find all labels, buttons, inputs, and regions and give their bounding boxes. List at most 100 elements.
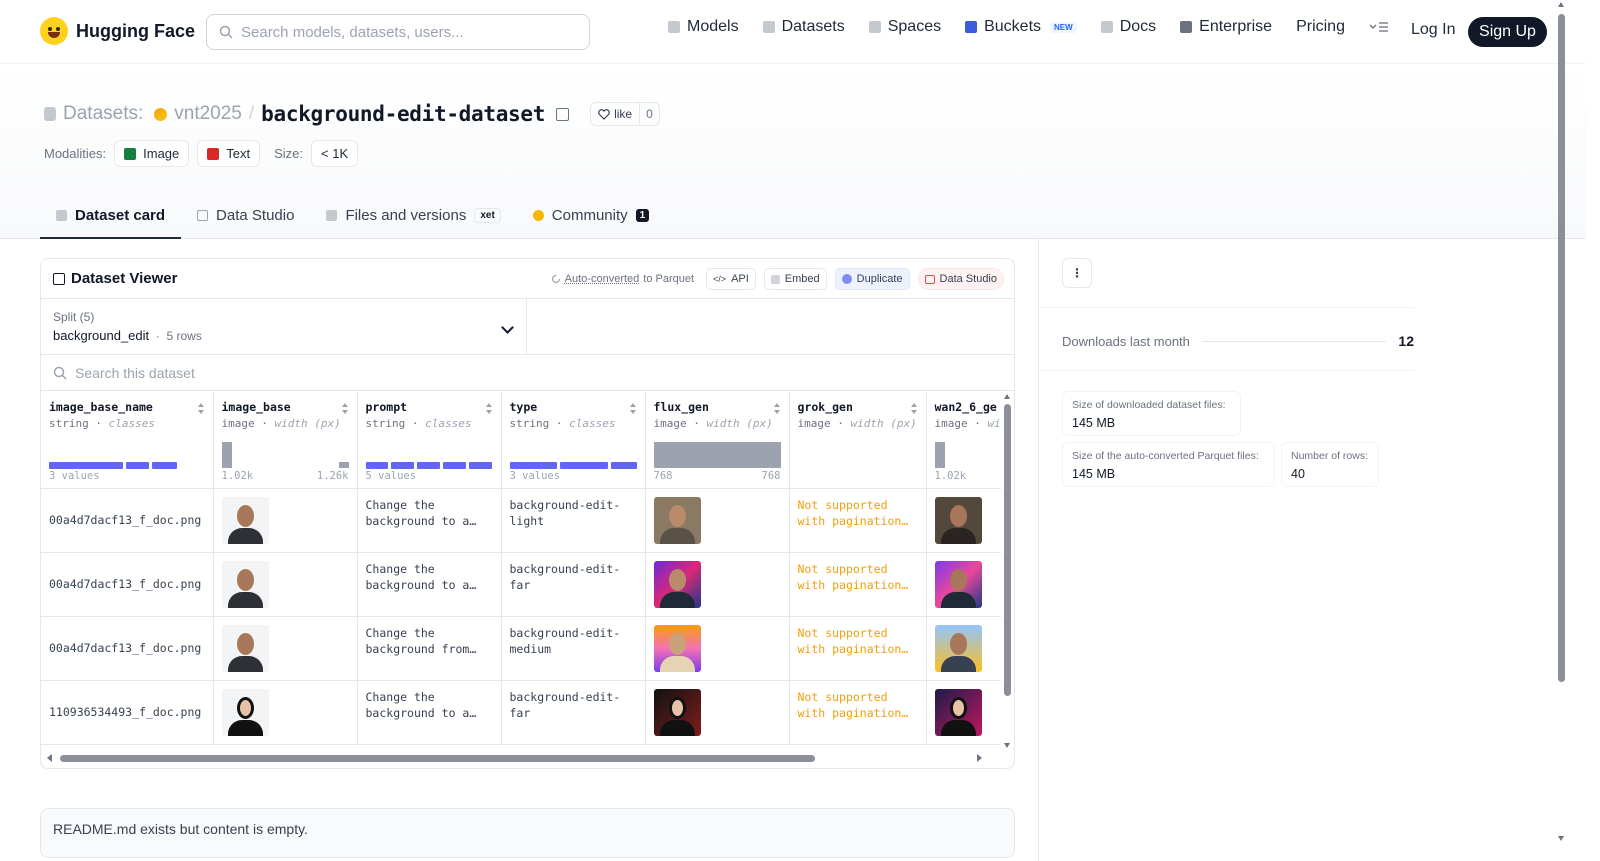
global-search-input[interactable] <box>241 23 571 41</box>
row-count-stat: Number of rows: 40 <box>1281 442 1379 487</box>
sort-icon[interactable] <box>773 403 781 414</box>
image-thumbnail[interactable] <box>221 624 269 672</box>
embed-icon <box>770 274 780 284</box>
modality-text-chip[interactable]: Text <box>197 140 261 167</box>
copy-icon[interactable] <box>556 107 570 121</box>
readme-notice: README.md exists but content is empty. <box>40 808 1015 858</box>
page-scrollbar[interactable] <box>1556 0 1567 861</box>
dataset-tabs: Dataset card Data Studio Files and versi… <box>40 193 665 239</box>
brand-name: Hugging Face <box>76 20 196 41</box>
owner-avatar <box>154 107 168 121</box>
column-header-wan2-6-gen[interactable]: wan2_6_ge image · wi 1.02k <box>926 392 1002 489</box>
parquet-size-stat: Size of the auto-converted Parquet files… <box>1062 442 1275 487</box>
embed-button[interactable]: Embed <box>763 268 827 290</box>
column-histogram[interactable] <box>934 442 1002 468</box>
page-scroll-thumb[interactable] <box>1558 14 1565 682</box>
vertical-scroll-thumb[interactable] <box>1004 404 1011 696</box>
column-histogram[interactable] <box>49 442 205 469</box>
nav-buckets-label: Buckets <box>984 18 1042 35</box>
cell-type: background-edit-far <box>501 680 646 745</box>
tab-data-studio[interactable]: Data Studio <box>181 193 310 239</box>
table-row[interactable]: 110936534493_f_doc.png Change the backgr… <box>41 680 1001 745</box>
breadcrumb-owner[interactable]: vnt2025 <box>174 103 242 125</box>
image-thumbnail[interactable] <box>653 496 701 544</box>
column-histogram[interactable] <box>509 442 637 469</box>
image-thumbnail[interactable] <box>221 496 269 544</box>
nav-docs[interactable]: Docs <box>1100 18 1156 36</box>
table-row[interactable]: 00a4d7dacf13_f_doc.png Change the backgr… <box>41 616 1001 681</box>
sort-icon[interactable] <box>197 403 205 414</box>
image-thumbnail[interactable] <box>653 624 701 672</box>
split-selector[interactable]: Split (5) background_edit · 5 rows <box>41 299 527 355</box>
column-histogram[interactable] <box>365 442 493 469</box>
image-thumbnail[interactable] <box>934 496 982 544</box>
image-thumbnail[interactable] <box>653 688 701 736</box>
nav-enterprise[interactable]: Enterprise <box>1180 18 1272 36</box>
column-header-image-base[interactable]: image_base image · width (px) 1.02k 1.26k <box>213 392 358 489</box>
more-menu-button[interactable] <box>1369 21 1389 33</box>
table-row[interactable]: 00a4d7dacf13_f_doc.png Change the backgr… <box>41 488 1001 553</box>
tab-files-and-versions[interactable]: Files and versions xet <box>310 193 516 239</box>
table-vertical-scrollbar[interactable] <box>1004 394 1011 748</box>
nav-spaces[interactable]: Spaces <box>868 18 941 36</box>
column-name: image_base <box>221 400 291 414</box>
column-name: grok_gen <box>797 400 853 414</box>
sort-icon[interactable] <box>341 403 349 414</box>
image-thumbnail[interactable] <box>221 688 269 736</box>
sort-icon[interactable] <box>629 403 637 414</box>
cell-grok-gen: Not supported with pagination… <box>789 680 927 745</box>
histogram-min-label: 1.02k <box>221 470 254 482</box>
nav-datasets[interactable]: Datasets <box>762 18 845 36</box>
nav-buckets[interactable]: Buckets NEW <box>965 18 1077 36</box>
image-thumbnail[interactable] <box>221 560 269 608</box>
global-search[interactable] <box>206 14 590 50</box>
api-button[interactable]: </> API <box>706 268 756 290</box>
duplicate-label: Duplicate <box>856 273 903 285</box>
image-thumbnail[interactable] <box>934 688 982 736</box>
dataset-name[interactable]: background-edit-dataset <box>261 102 545 126</box>
size-chip[interactable]: < 1K <box>311 140 359 167</box>
table-row[interactable]: 00a4d7dacf13_f_doc.png Change the backgr… <box>41 552 1001 617</box>
stat-label: Size of the auto-converted Parquet files… <box>1072 450 1259 462</box>
breadcrumb-section[interactable]: Datasets: <box>63 103 143 125</box>
login-link[interactable]: Log In <box>1411 21 1455 39</box>
table-horizontal-scrollbar[interactable] <box>45 752 1000 764</box>
column-name: type <box>509 400 538 414</box>
kebab-icon: ⋮ <box>1071 266 1083 280</box>
auto-converted-link[interactable]: Auto-converted <box>565 273 640 285</box>
image-thumbnail[interactable] <box>653 560 701 608</box>
signup-button[interactable]: Sign Up <box>1468 17 1547 47</box>
dataset-search[interactable] <box>41 355 1014 391</box>
tab-dataset-card[interactable]: Dataset card <box>40 193 182 239</box>
image-thumbnail[interactable] <box>934 624 982 672</box>
data-table-container[interactable]: image_base_name string · classes 3 value… <box>41 392 1001 752</box>
tab-community[interactable]: Community 1 <box>517 193 665 239</box>
duplicate-button[interactable]: Duplicate <box>834 268 910 290</box>
sort-icon[interactable] <box>485 403 493 414</box>
cell-grok-gen: Not supported with pagination… <box>789 552 927 617</box>
more-options-button[interactable]: ⋮ <box>1062 258 1092 288</box>
horizontal-scroll-thumb[interactable] <box>60 755 815 762</box>
cell-image-base-name: 00a4d7dacf13_f_doc.png <box>41 552 214 617</box>
image-thumbnail[interactable] <box>934 560 982 608</box>
cell-prompt: Change the background to a… <box>357 680 502 745</box>
dataset-search-input[interactable] <box>75 364 475 381</box>
text-icon <box>207 147 220 160</box>
column-histogram[interactable] <box>221 442 349 468</box>
modality-image-chip[interactable]: Image <box>114 140 190 167</box>
grid-icon <box>868 21 881 33</box>
nav-pricing[interactable]: Pricing <box>1296 18 1345 36</box>
column-histogram[interactable] <box>653 442 781 468</box>
column-header-image-base-name[interactable]: image_base_name string · classes 3 value… <box>41 392 214 489</box>
data-studio-button[interactable]: Data Studio <box>917 268 1004 290</box>
brand-logo[interactable]: Hugging Face <box>40 17 195 45</box>
sort-icon[interactable] <box>910 403 918 414</box>
column-header-prompt[interactable]: prompt string · classes 5 values <box>357 392 502 489</box>
nav-models[interactable]: Models <box>668 18 739 36</box>
column-header-type[interactable]: type string · classes 3 values <box>501 392 646 489</box>
viewer-title: Dataset Viewer <box>71 270 178 287</box>
dataset-header: Datasets: vnt2025 / background-edit-data… <box>0 64 1586 239</box>
column-header-grok-gen[interactable]: grok_gen image · width (px) <box>789 392 927 489</box>
column-header-flux-gen[interactable]: flux_gen image · width (px) 768 768 <box>645 392 790 489</box>
like-button[interactable]: like 0 <box>590 102 660 126</box>
